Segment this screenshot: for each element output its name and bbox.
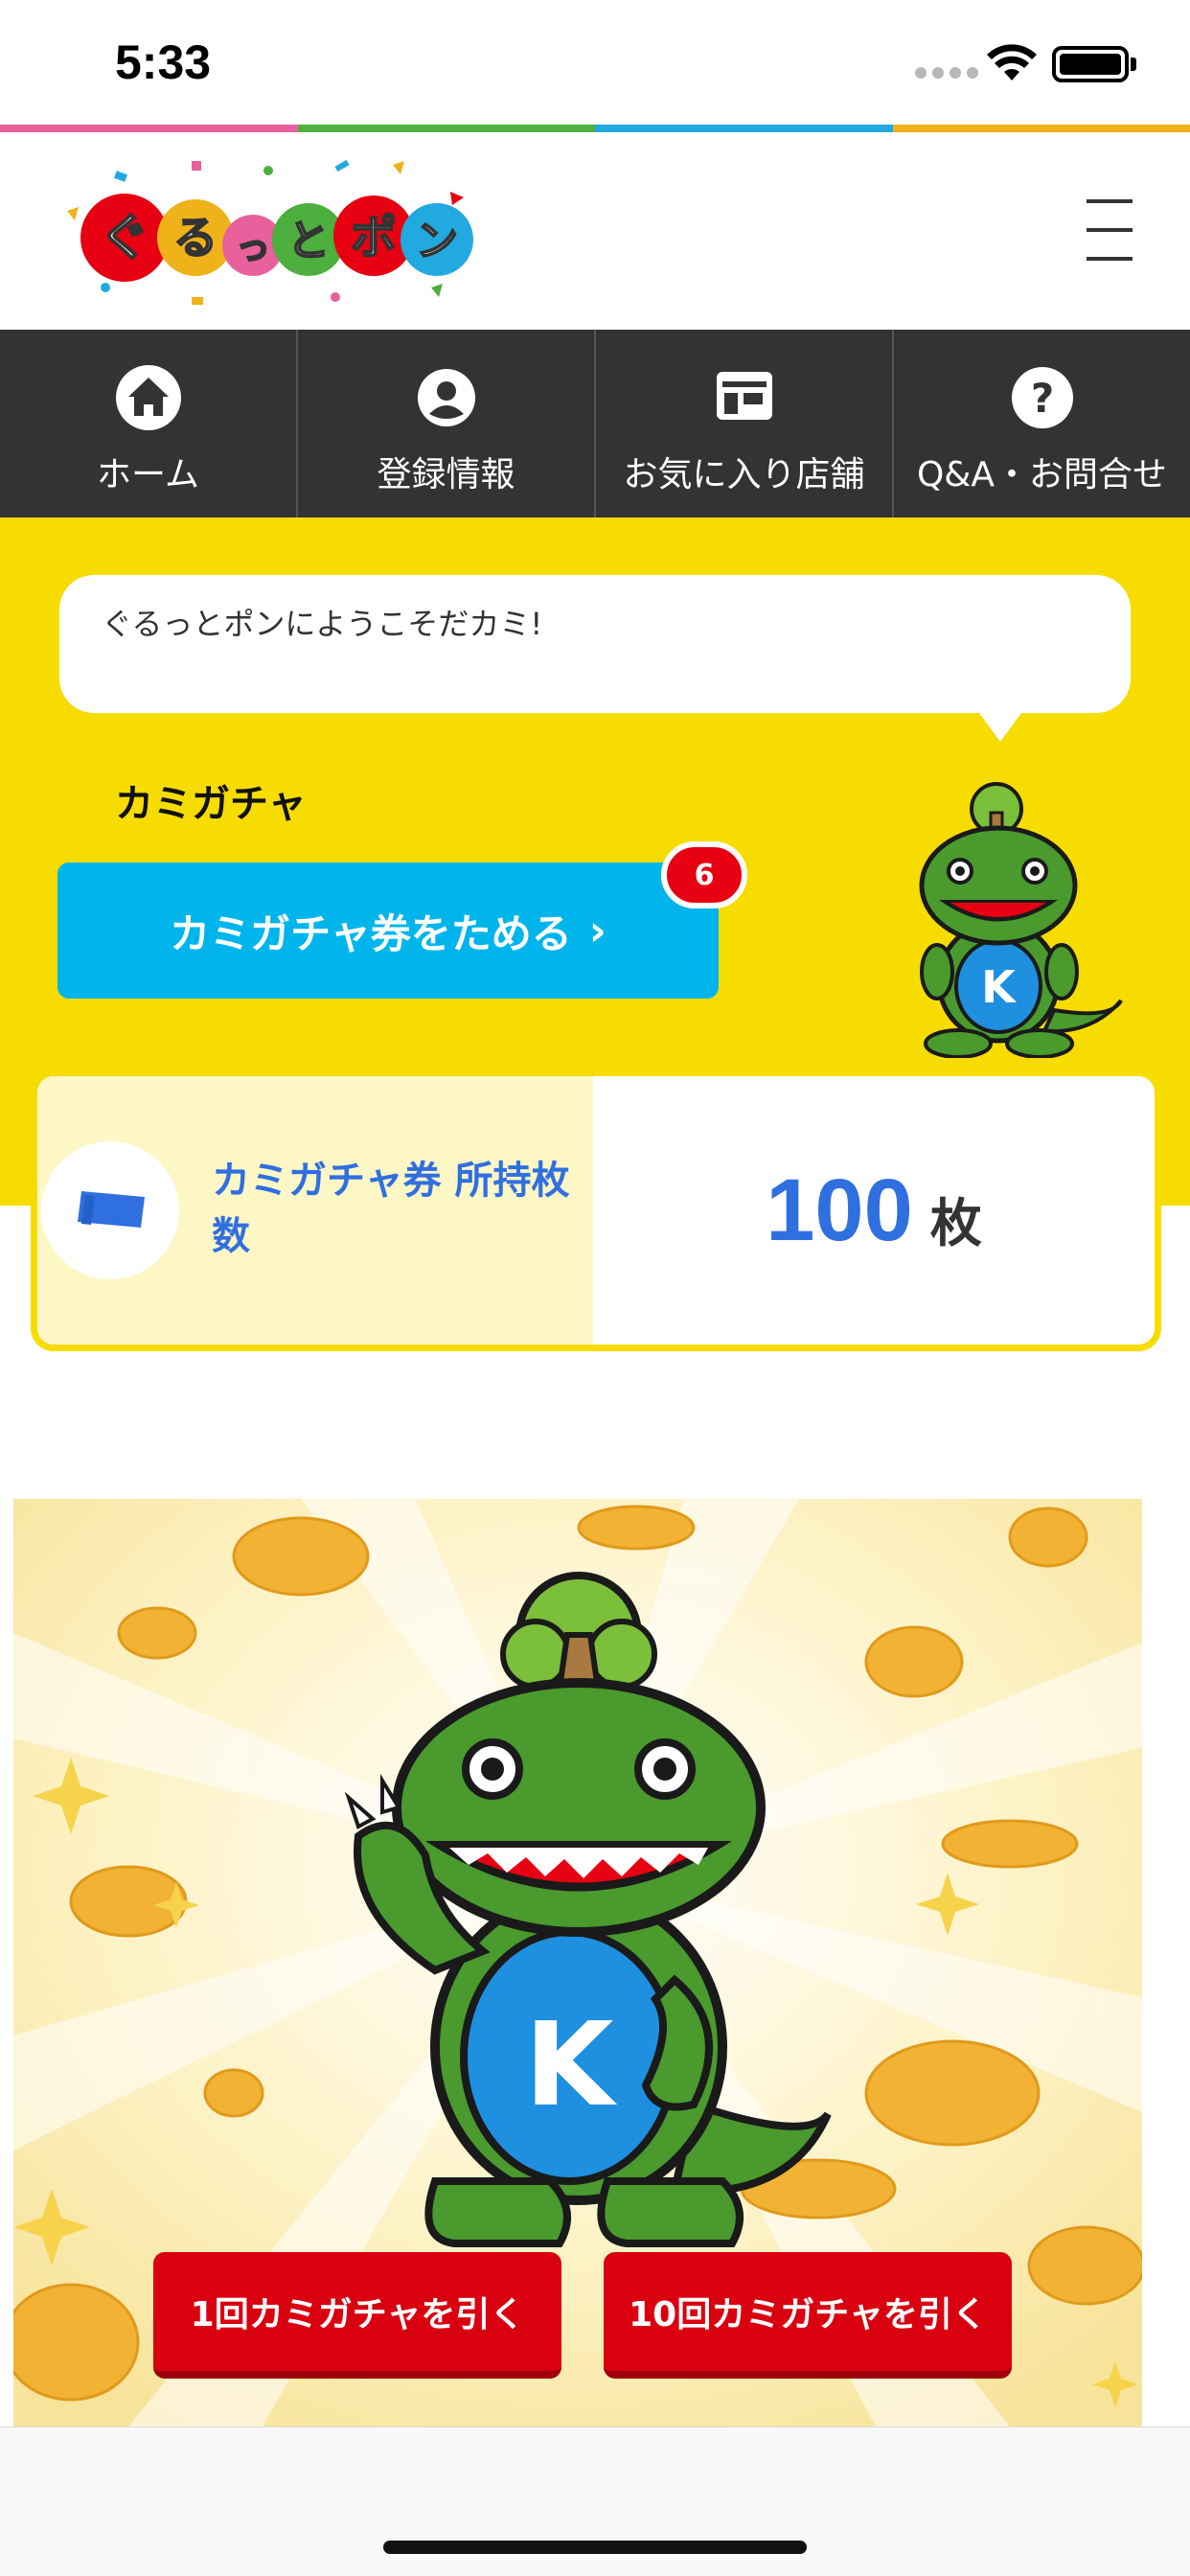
- nav-item-label: 登録情報: [377, 455, 515, 494]
- ticket-balance-label: カミガチャ券 所持枚数: [212, 1159, 570, 1258]
- question-icon: ?: [1011, 367, 1073, 428]
- battery-icon: [1052, 46, 1129, 82]
- status-time: 5:33: [115, 35, 212, 89]
- svg-text:K: K: [525, 1999, 618, 2132]
- gacha-banner: K 1回カミガチャを引く 10回カミガチャを引く: [13, 1499, 1142, 2426]
- svg-text:ポ: ポ: [351, 211, 397, 264]
- ticket-balance-value-area: 100 枚: [593, 1076, 1155, 1345]
- pull-gacha-ten-label: 10回カミガチャを引く: [629, 2295, 987, 2334]
- wifi-icon: [987, 44, 1037, 80]
- nav-item-qa-contact[interactable]: ? Q&A・お問合せ: [894, 330, 1190, 518]
- ticket-unit: 枚: [929, 1192, 982, 1254]
- section-title: カミガチャ: [115, 782, 307, 826]
- main-nav: ホーム 登録情報 お気に入り店舗 ? Q&A・お問合せ: [0, 330, 1190, 518]
- hamburger-menu-icon[interactable]: [1087, 199, 1133, 263]
- collect-tickets-label: カミガチャ券をためる: [170, 909, 572, 957]
- collect-tickets-button[interactable]: カミガチャ券をためる ›: [57, 862, 719, 999]
- pull-gacha-once-label: 1回カミガチャを引く: [190, 2295, 525, 2334]
- ticket-count: 100: [766, 1161, 913, 1259]
- kami-mascot-large-image: K: [344, 1572, 832, 2247]
- kami-mascot-image: K: [919, 782, 1123, 1058]
- nav-item-home[interactable]: ホーム: [0, 330, 298, 518]
- store-icon: [716, 372, 772, 420]
- ticket-icon: [78, 1191, 145, 1228]
- notification-badge: 6: [661, 841, 747, 908]
- chevron-right-icon: ›: [588, 906, 606, 955]
- nav-item-favorite-stores[interactable]: お気に入り店舗: [596, 330, 894, 518]
- svg-text:ぐ: ぐ: [100, 210, 149, 267]
- svg-text:っ: っ: [236, 228, 270, 267]
- speech-bubble: ぐるっとポンにようこそだカミ!: [59, 575, 1131, 713]
- home-indicator[interactable]: [383, 2541, 807, 2554]
- nav-item-label: お気に入り店舗: [623, 455, 865, 494]
- pull-gacha-ten-button[interactable]: 10回カミガチャを引く: [604, 2252, 1012, 2379]
- guruttopon-logo[interactable]: ぐ る っ と ポ ン: [48, 153, 479, 311]
- status-bar: 5:33: [0, 0, 1190, 125]
- user-icon: [417, 369, 475, 426]
- svg-text:ン: ン: [416, 217, 458, 265]
- speech-text: ぐるっとポンにようこそだカミ!: [102, 606, 543, 642]
- nav-item-label: Q&A・お問合せ: [916, 455, 1168, 494]
- nav-item-label: ホーム: [97, 455, 199, 494]
- svg-text:る: る: [173, 212, 217, 264]
- bottom-toolbar: [0, 2426, 1190, 2576]
- home-icon: [115, 365, 181, 430]
- svg-text:と: と: [287, 217, 330, 265]
- svg-text:?: ?: [1030, 375, 1053, 422]
- ticket-balance-card: カミガチャ券 所持枚数 100 枚: [31, 1070, 1161, 1351]
- signal-icon: [915, 67, 978, 79]
- ticket-balance-label-area: カミガチャ券 所持枚数: [37, 1076, 593, 1345]
- pull-gacha-once-button[interactable]: 1回カミガチャを引く: [153, 2252, 561, 2379]
- nav-item-profile[interactable]: 登録情報: [298, 330, 596, 518]
- header: ぐ る っ と ポ ン: [0, 132, 1190, 330]
- color-stripe: [0, 125, 1190, 132]
- svg-text:K: K: [981, 961, 1018, 1013]
- speech-bubble-tail: [979, 713, 1021, 742]
